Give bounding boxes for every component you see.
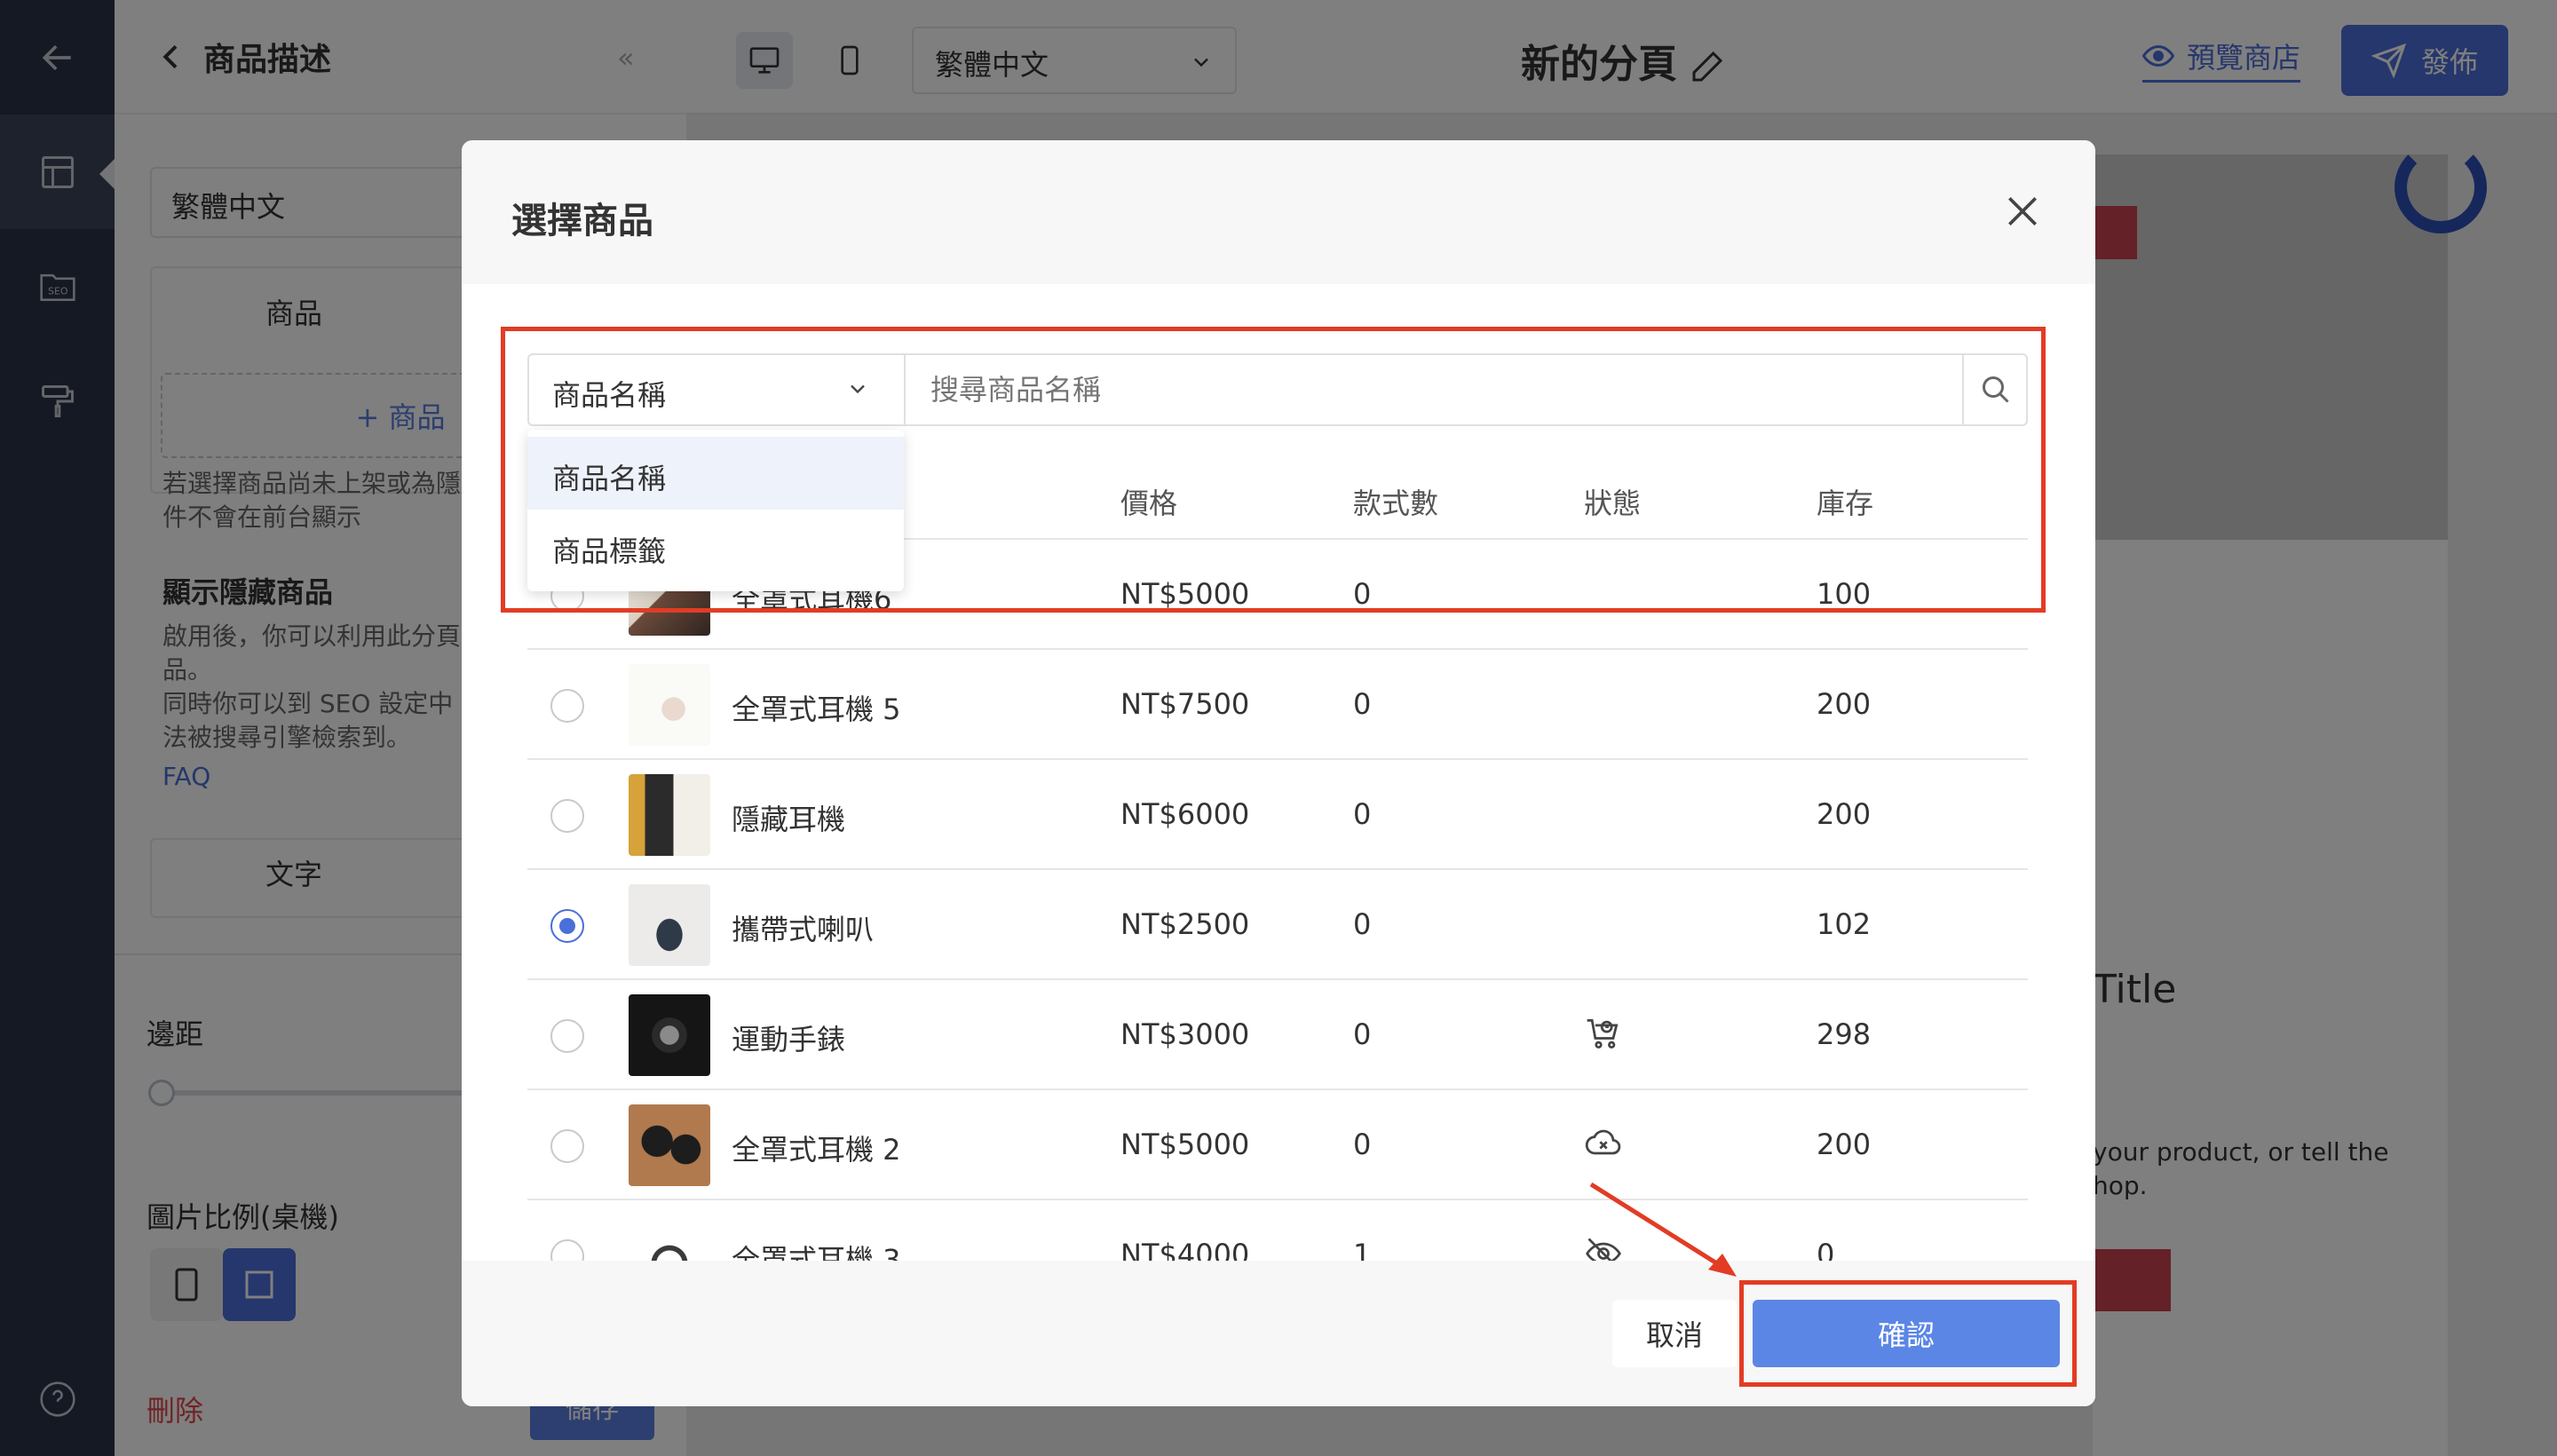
filter-field-value: 商品名稱 [552, 378, 667, 412]
preorder-cart-icon [1587, 1018, 1619, 1048]
product-stock: 200 [1817, 797, 1872, 831]
product-price: NT$7500 [1120, 687, 1250, 721]
product-price: NT$2500 [1120, 907, 1250, 941]
row-radio[interactable] [550, 1019, 584, 1053]
row-radio[interactable] [550, 689, 584, 723]
product-price: NT$6000 [1120, 797, 1250, 831]
product-stock: 100 [1817, 577, 1872, 611]
product-stock: 200 [1817, 1128, 1872, 1161]
column-stock: 庫存 [1817, 487, 1874, 520]
modal-title: 選擇商品 [511, 201, 653, 241]
product-name: 全罩式耳機 5 [732, 692, 901, 726]
product-thumbnail [629, 884, 710, 966]
confirm-button[interactable]: 確認 [1753, 1300, 2060, 1367]
table-row[interactable]: 隱藏耳機 NT$6000 0 200 [527, 760, 2028, 870]
dropdown-option-product-tag[interactable]: 商品標籤 [527, 510, 904, 582]
product-thumbnail [629, 774, 710, 856]
product-name: 全罩式耳機 2 [732, 1133, 901, 1167]
chevron-down-icon [851, 384, 865, 394]
column-variants: 款式數 [1353, 487, 1439, 520]
product-stock: 200 [1817, 687, 1872, 721]
product-search-input[interactable] [906, 355, 1962, 424]
product-name: 運動手錶 [732, 1023, 846, 1056]
column-status: 狀態 [1584, 487, 1642, 520]
dropdown-option-product-name[interactable]: 商品名稱 [527, 437, 904, 510]
product-variants: 0 [1353, 1017, 1372, 1051]
row-radio[interactable] [550, 1129, 584, 1163]
product-price: NT$5000 [1120, 1128, 1250, 1161]
product-thumbnail [629, 664, 710, 746]
product-stock: 102 [1817, 907, 1872, 941]
product-variants: 0 [1353, 907, 1372, 941]
search-button[interactable] [1962, 355, 2028, 424]
row-radio[interactable] [550, 799, 584, 833]
row-radio-selected[interactable] [550, 909, 584, 943]
filter-field-dropdown: 商品名稱 商品標籤 [527, 430, 904, 591]
product-thumbnail [629, 1104, 710, 1186]
product-filter-bar: 商品名稱 [527, 353, 2028, 426]
table-row[interactable]: 全罩式耳機 2 NT$5000 0 200 [527, 1090, 2028, 1200]
cloud-off-icon [1585, 1129, 1621, 1155]
product-name: 攜帶式喇叭 [732, 913, 875, 946]
table-row[interactable]: 全罩式耳機 5 NT$7500 0 200 [527, 650, 2028, 760]
search-icon [1983, 376, 2009, 403]
modal-header [462, 140, 2095, 284]
product-price: NT$5000 [1120, 577, 1250, 611]
close-icon[interactable] [2003, 192, 2042, 231]
pointer-arrow-icon [1589, 1182, 1737, 1277]
product-variants: 0 [1353, 687, 1372, 721]
product-thumbnail [629, 994, 710, 1076]
table-row[interactable]: 攜帶式喇叭 NT$2500 0 102 [527, 870, 2028, 980]
product-variants: 0 [1353, 1128, 1372, 1161]
column-price: 價格 [1120, 487, 1178, 520]
table-row[interactable]: 運動手錶 NT$3000 0 298 [527, 980, 2028, 1090]
select-product-modal: 選擇商品 商品名稱 價格 款式數 狀態 庫存 全罩式耳機6 NT$5000 0 … [462, 140, 2095, 1406]
product-stock: 298 [1817, 1017, 1872, 1051]
product-variants: 0 [1353, 797, 1372, 831]
product-name: 隱藏耳機 [732, 803, 846, 836]
filter-field-select[interactable]: 商品名稱 [529, 355, 906, 424]
product-price: NT$3000 [1120, 1017, 1250, 1051]
cancel-button[interactable]: 取消 [1612, 1300, 1737, 1367]
product-variants: 0 [1353, 577, 1372, 611]
